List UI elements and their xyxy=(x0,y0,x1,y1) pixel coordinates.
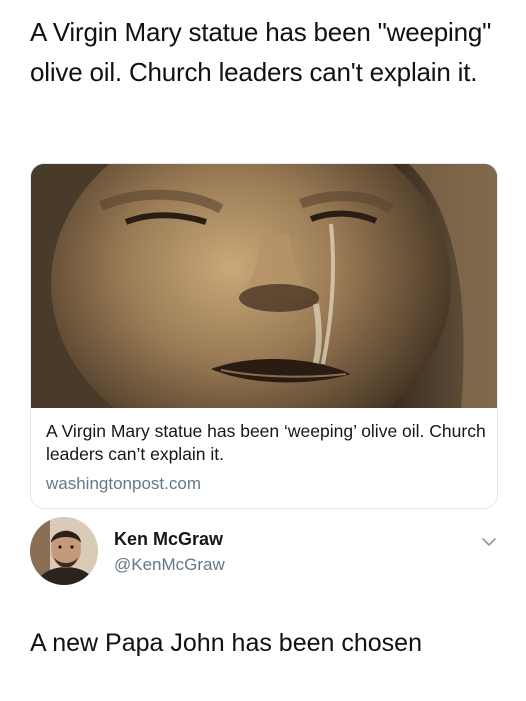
post-caption: A Virgin Mary statue has been "weeping" … xyxy=(30,17,492,87)
avatar[interactable] xyxy=(30,517,98,585)
tweet: Ken McGraw @KenMcGraw xyxy=(30,517,500,597)
user-handle[interactable]: @KenMcGraw xyxy=(114,555,225,575)
link-domain[interactable]: washingtonpost.com xyxy=(46,474,201,494)
statue-photo xyxy=(31,164,497,408)
link-preview-card[interactable]: A Virgin Mary statue has been ‘weeping’ … xyxy=(30,163,498,509)
chevron-down-icon[interactable] xyxy=(480,533,498,551)
tweet-text: A new Papa John has been chosen xyxy=(30,629,422,657)
display-name[interactable]: Ken McGraw xyxy=(114,529,223,550)
link-title[interactable]: A Virgin Mary statue has been ‘weeping’ … xyxy=(46,420,486,466)
